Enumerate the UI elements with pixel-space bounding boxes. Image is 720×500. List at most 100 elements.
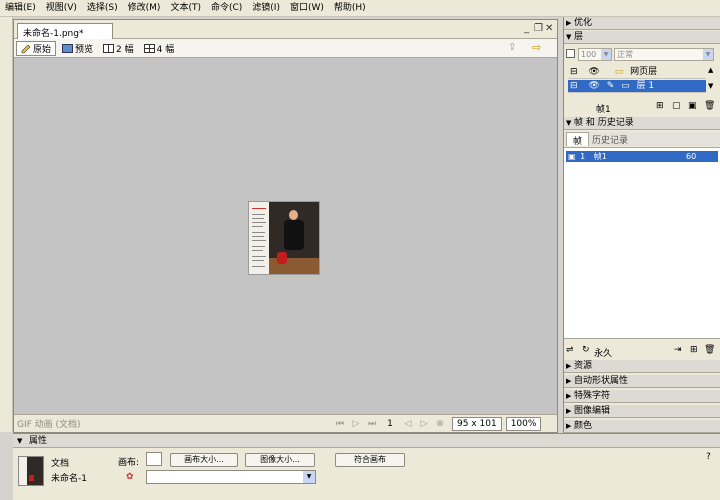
layers-toolbar: 100 ▼ 正常 ▼ [564,47,720,63]
new-layer-icon[interactable]: ⊞ [656,101,664,111]
tab-original[interactable]: 原始 [16,40,57,56]
frame-row-selected[interactable]: ▣ 1 帧1 60 [566,151,718,162]
panel-optimize-header[interactable]: ▶ 优化 [564,17,720,30]
expand-arrow-icon: ▶ [566,19,572,27]
first-frame-icon[interactable]: ⏮ [332,419,348,429]
trash-icon[interactable]: 🗑 [704,101,715,111]
tween-icon[interactable]: ⇌ [566,345,574,355]
canvas-size-button[interactable]: 画布大小... [170,453,238,467]
layers-footer: 帧1 ⊞ ▢ ▣ 🗑 [564,101,720,115]
document-thumbnail [18,456,44,486]
canvas-color-swatch[interactable] [146,452,162,466]
opacity-field[interactable]: 100 ▼ [578,48,612,61]
tab-preview[interactable]: 预览 [58,41,97,56]
menu-help[interactable]: 帮助(H) [329,0,371,17]
loop-icon[interactable]: ↻ [582,345,590,355]
document-image[interactable] [248,201,320,275]
panel-assets-title: 资源 [574,361,593,371]
dimensions-field: 95 x 101 [452,416,502,431]
duplicate-layer-icon[interactable]: ▣ [688,101,697,111]
prev-frame-icon[interactable]: ◁ [400,419,416,429]
blend-mode-select[interactable]: 正常 ▼ [614,48,714,61]
frame-number: 1 [387,418,393,429]
collapse-arrow-icon: ▼ [566,119,572,127]
panel-color-header[interactable]: ▶ 颜色 [564,420,720,433]
panel-special-chars-header[interactable]: ▶ 特殊字符 [564,390,720,403]
panel-autoshape-title: 自动形状属性 [574,376,629,386]
expand-icon[interactable]: ⊟ [570,81,578,91]
scroll-up-icon[interactable]: ▲ [708,66,713,74]
menu-modify[interactable]: 修改(M) [123,0,166,17]
last-frame-icon[interactable]: ⏭ [364,419,380,429]
menu-window[interactable]: 窗口(W) [285,0,329,17]
menu-filters[interactable]: 滤镜(I) [247,0,285,17]
tab-frames[interactable]: 帧 [566,132,590,147]
minimize-icon[interactable]: _ [524,23,529,34]
menu-bar: 编辑(E) 视图(V) 选择(S) 修改(M) 文本(T) 命令(C) 滤镜(I… [0,0,720,17]
zoom-select[interactable]: 100% [505,416,542,431]
panel-layers-header[interactable]: ▼ 层 [564,31,720,44]
menu-edit[interactable]: 编辑(E) [0,0,41,17]
stop-icon[interactable]: ⊗ [432,419,448,429]
panel-frames-title: 帧 和 历史记录 [574,118,634,128]
loop-label: 永久 [594,349,613,359]
tab-history[interactable]: 历史记录 [592,133,628,146]
palette-select[interactable]: ▼ [146,470,316,484]
menu-select[interactable]: 选择(S) [82,0,123,17]
layers-list: ⊟ 👁 ▭ 网页层 ⊟ 👁 ✎ ▭ 层 1 ▲ ▼ [564,66,720,98]
tab-2up[interactable]: 2 幅 [99,41,138,56]
pencil-icon: ✎ [606,81,615,91]
tab-4up[interactable]: 4 幅 [140,41,179,56]
panel-assets-header[interactable]: ▶ 资源 [564,360,720,373]
help-icon[interactable]: ? [706,452,711,462]
layer-lock-icon[interactable] [566,49,575,58]
image-size-button[interactable]: 图像大小... [245,453,315,467]
play-icon[interactable]: ▷ [348,419,364,429]
distribute-icon[interactable]: ⇥ [674,345,682,355]
doc-label: 文档 [51,459,70,469]
canvas-area[interactable] [14,58,557,414]
properties-title: 属性 [29,436,48,446]
expand-arrow-icon: ▶ [566,407,572,415]
image-face [289,210,298,220]
preview-browser-icon[interactable]: ⇨ [532,41,541,54]
folder-icon: ▭ [621,81,630,91]
two-up-icon [103,43,115,53]
frame-label: 帧1 [596,105,611,115]
menu-view[interactable]: 视图(V) [41,0,82,17]
eye-icon[interactable]: 👁 [588,81,599,91]
dropdown-arrow-icon: ▼ [601,49,611,60]
expand-icon[interactable]: ⊟ [570,67,578,77]
frames-tabs: 帧 历史记录 [564,132,720,147]
frame-icon: ▣ [568,152,576,161]
document-tab[interactable]: 未命名-1.png* [17,23,113,39]
menu-commands[interactable]: 命令(C) [206,0,247,17]
panel-autoshape-header[interactable]: ▶ 自动形状属性 [564,375,720,388]
layer-row-selected[interactable]: ⊟ 👁 ✎ ▭ 层 1 [568,80,706,93]
expand-arrow-icon: ▶ [566,422,572,430]
panel-image-edit-header[interactable]: ▶ 图像编辑 [564,405,720,418]
menu-text[interactable]: 文本(T) [165,0,206,17]
new-sublayer-icon[interactable]: ▢ [672,101,681,111]
properties-header[interactable]: ▼ 属性 [13,434,720,448]
fit-canvas-button[interactable]: 符合画布 [335,453,405,467]
doc-name: 未命名-1 [51,474,87,484]
next-frame-icon[interactable]: ▷ [416,419,432,429]
document-status-text: GIF 动画 (文档) [17,420,81,430]
dropdown-arrow-icon: ▼ [303,471,315,483]
scroll-down-icon[interactable]: ▼ [708,82,713,90]
panel-frames-header[interactable]: ▼ 帧 和 历史记录 [564,117,720,130]
four-up-icon [143,43,155,53]
right-panel-dock: ▶ 优化 ▼ 层 100 ▼ 正常 ▼ ⊟ 👁 ▭ 网页层 ⊟ 👁 ✎ ▭ 层 … [563,17,720,433]
restore-icon[interactable]: ❐ [534,23,543,34]
palette-icon: ✿ [126,472,134,482]
tab-4up-label: 4 幅 [156,44,175,55]
close-icon[interactable]: ✕ [545,23,553,34]
layer-row[interactable]: ⊟ 👁 ▭ 网页层 [568,66,706,79]
export-icon[interactable]: ⇪ [508,42,516,53]
add-frame-icon[interactable]: ⊞ [690,345,698,355]
delete-frame-icon[interactable]: 🗑 [704,345,715,355]
view-tabs: 原始 预览 2 幅 4 幅 ⇪ ⇨ [14,39,557,58]
document-tab-bar: 未命名-1.png* _ ❐ ✕ [14,20,557,39]
eye-icon[interactable]: 👁 [588,67,599,77]
